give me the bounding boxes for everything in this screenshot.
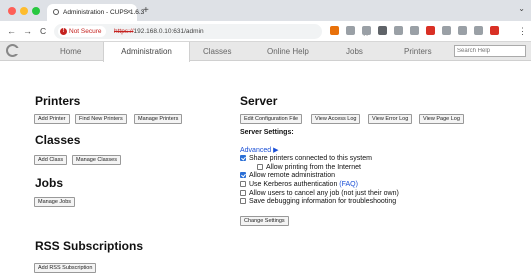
tab-title: Administration - CUPS 1.6.3 [63, 9, 145, 16]
url-host-path: 192.168.0.10:631/admin [133, 28, 204, 35]
tab-close-icon[interactable]: × [127, 4, 131, 21]
change-settings-button[interactable]: Change Settings [240, 216, 289, 226]
page-favicon-icon [53, 9, 59, 16]
not-secure-badge[interactable]: ! Not Secure [58, 26, 106, 37]
view-page-log-button[interactable]: View Page Log [419, 114, 464, 124]
edit-configuration-file-button[interactable]: Edit Configuration File [240, 114, 303, 124]
warning-icon: ! [60, 27, 67, 35]
new-tab-button[interactable]: + [143, 3, 149, 19]
minimize-window-button[interactable] [20, 7, 28, 15]
kerberos-faq-link[interactable]: (FAQ) [339, 181, 358, 188]
back-button[interactable]: ← [7, 24, 16, 38]
debug-logging-option: Save debugging information for troublesh… [240, 197, 396, 206]
browser-toolbar: ← → C ! Not Secure https://192.168.0.10:6… [0, 21, 531, 42]
debug-logging-checkbox[interactable] [240, 198, 246, 204]
add-rss-subscription-button[interactable]: Add RSS Subscription [34, 263, 97, 273]
extension-icon[interactable] [410, 26, 419, 35]
nav-jobs[interactable]: Jobs [346, 42, 363, 61]
nav-home[interactable]: Home [60, 42, 81, 61]
nav-classes[interactable]: Classes [203, 42, 231, 61]
remote-admin-option: Allow remote administration [240, 171, 335, 180]
url-text: https://192.168.0.10:631/admin [114, 24, 204, 39]
reload-button[interactable]: C [40, 24, 46, 38]
extension-icon[interactable] [458, 26, 467, 35]
server-settings-heading: Server Settings: [240, 129, 294, 136]
extension-icon[interactable] [346, 26, 355, 35]
forward-button[interactable]: → [23, 24, 32, 38]
browser-tab[interactable]: Administration - CUPS 1.6.3 × [47, 4, 144, 21]
not-secure-label: Not Secure [69, 28, 102, 35]
extension-icon[interactable] [474, 26, 483, 35]
cancel-any-job-checkbox[interactable] [240, 190, 246, 196]
server-heading: Server [240, 94, 278, 108]
allow-internet-printing-checkbox[interactable] [257, 164, 263, 170]
rss-subscriptions-heading: RSS Subscriptions [35, 239, 144, 253]
extension-icon[interactable] [426, 26, 435, 35]
add-class-button[interactable]: Add Class [34, 155, 68, 165]
find-new-printers-button[interactable]: Find New Printers [75, 114, 127, 124]
remote-admin-checkbox[interactable] [240, 172, 246, 178]
extension-icon[interactable] [490, 26, 499, 35]
share-printers-label: Share printers connected to this system [249, 155, 372, 162]
browser-titlebar: Administration - CUPS 1.6.3 × + ⌄ [0, 0, 531, 21]
advanced-settings-link[interactable]: Advanced ▶ [240, 146, 278, 154]
search-help-input[interactable] [454, 45, 526, 57]
cups-logo-icon[interactable] [6, 44, 20, 57]
tab-search-chevron-icon[interactable]: ⌄ [518, 4, 525, 13]
extension-icon[interactable] [394, 26, 403, 35]
nav-administration[interactable]: Administration [103, 42, 190, 62]
close-window-button[interactable] [8, 7, 16, 15]
remote-admin-label: Allow remote administration [249, 172, 335, 179]
allow-internet-printing-label: Allow printing from the Internet [266, 164, 361, 171]
nav-online-help[interactable]: Online Help [267, 42, 309, 61]
view-error-log-button[interactable]: View Error Log [368, 114, 413, 124]
debug-logging-label: Save debugging information for troublesh… [249, 198, 397, 205]
extension-icon[interactable] [362, 26, 371, 35]
kerberos-option: Use Kerberos authentication (FAQ) [240, 180, 358, 189]
add-printer-button[interactable]: Add Printer [34, 114, 70, 124]
nav-printers[interactable]: Printers [404, 42, 432, 61]
browser-menu-icon[interactable]: ⋮ [518, 24, 527, 38]
extension-icon[interactable] [442, 26, 451, 35]
manage-jobs-button[interactable]: Manage Jobs [34, 197, 76, 207]
cancel-any-job-label: Allow users to cancel any job (not just … [249, 190, 399, 197]
extension-icon[interactable] [378, 26, 387, 35]
classes-heading: Classes [35, 133, 81, 147]
address-bar[interactable]: ! Not Secure https://192.168.0.10:631/adm… [54, 24, 369, 39]
extension-icon[interactable] [330, 26, 339, 35]
maximize-window-button[interactable] [32, 7, 40, 15]
share-printers-option: Share printers connected to this system [240, 154, 372, 163]
kerberos-label: Use Kerberos authentication [249, 181, 338, 188]
url-scheme: https:// [114, 28, 134, 35]
cups-navigation-bar: Home Administration Classes Online Help … [0, 42, 531, 62]
manage-printers-button[interactable]: Manage Printers [134, 114, 183, 124]
jobs-heading: Jobs [35, 176, 64, 190]
printers-heading: Printers [35, 94, 81, 108]
share-printers-checkbox[interactable] [240, 155, 246, 161]
manage-classes-button[interactable]: Manage Classes [72, 155, 121, 165]
view-access-log-button[interactable]: View Access Log [311, 114, 361, 124]
kerberos-checkbox[interactable] [240, 181, 246, 187]
